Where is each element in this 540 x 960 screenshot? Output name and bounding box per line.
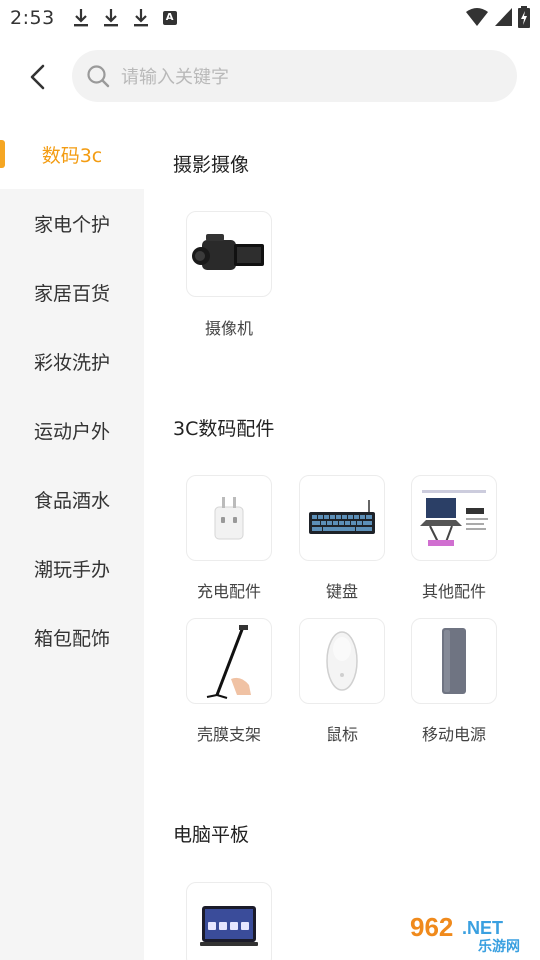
download-icon	[133, 9, 148, 27]
back-button[interactable]	[20, 58, 54, 96]
chevron-left-icon	[30, 64, 45, 90]
category-content: 摄影摄像 摄像机 3C数码配件 充电配件 键盘 其他配件 壳膜支架 鼠标 移动电…	[144, 120, 540, 960]
category-tile[interactable]	[186, 475, 272, 561]
category-tile[interactable]	[411, 475, 497, 561]
sidebar-item-appliances[interactable]: 家电个护	[0, 189, 144, 258]
download-icon	[73, 9, 88, 27]
category-tile[interactable]	[186, 618, 272, 704]
category-tile[interactable]	[299, 475, 385, 561]
keyboard-icon	[309, 500, 375, 534]
sidebar-item-bags[interactable]: 箱包配饰	[0, 603, 144, 672]
section-title: 3C数码配件	[173, 418, 275, 440]
download-icon	[103, 9, 118, 27]
category-tile[interactable]	[186, 211, 272, 297]
category-label: 充电配件	[196, 582, 261, 601]
category-sidebar: 数码3c 家电个护 家居百货 彩妆洗护 运动户外 食品酒水 潮玩手办 箱包配饰	[0, 120, 144, 960]
signal-icon	[495, 8, 512, 26]
search-icon	[87, 65, 110, 88]
tablet-icon	[200, 906, 258, 946]
mouse-icon	[326, 631, 358, 691]
category-label: 键盘	[325, 582, 358, 601]
app-notification-icon: A	[162, 11, 177, 25]
system-icons	[466, 6, 530, 28]
section-title: 摄影摄像	[173, 154, 250, 176]
svg-text:.NET: .NET	[462, 918, 503, 938]
status-time: 2:53	[10, 7, 55, 29]
sidebar-item-cosmetics[interactable]: 彩妆洗护	[0, 327, 144, 396]
status-bar: 2:53 A	[0, 0, 540, 36]
section-title: 电脑平板	[173, 824, 250, 846]
category-tile[interactable]	[186, 882, 272, 960]
svg-text:962: 962	[410, 912, 453, 942]
power-bank-icon	[442, 628, 466, 694]
svg-text:乐游网: 乐游网	[478, 938, 520, 955]
category-label: 移动电源	[421, 725, 486, 744]
sidebar-item-digital[interactable]: 数码3c	[0, 120, 144, 189]
category-label: 壳膜支架	[196, 725, 261, 744]
selfie-stick-icon	[206, 625, 251, 699]
wifi-icon	[466, 8, 488, 26]
search-placeholder: 请输入关键字	[121, 67, 229, 88]
category-tile[interactable]	[411, 618, 497, 704]
category-label: 摄像机	[204, 319, 253, 338]
laptop-stand-icon	[420, 490, 488, 546]
sidebar-item-food[interactable]: 食品酒水	[0, 465, 144, 534]
charger-icon	[214, 497, 244, 540]
battery-icon	[518, 6, 530, 28]
category-tile[interactable]	[299, 618, 385, 704]
camcorder-icon	[192, 234, 264, 270]
watermark-logo: 962 .NET 乐游网	[404, 906, 534, 956]
category-label: 鼠标	[325, 725, 358, 744]
header: 请输入关键字	[0, 50, 540, 104]
notification-icons: A	[73, 8, 177, 28]
sidebar-item-toys[interactable]: 潮玩手办	[0, 534, 144, 603]
watermark-icon: 962 .NET 乐游网	[404, 912, 534, 955]
sidebar-item-sports[interactable]: 运动户外	[0, 396, 144, 465]
sidebar-item-home[interactable]: 家居百货	[0, 258, 144, 327]
search-input[interactable]: 请输入关键字	[72, 50, 517, 102]
category-label: 其他配件	[421, 582, 486, 601]
